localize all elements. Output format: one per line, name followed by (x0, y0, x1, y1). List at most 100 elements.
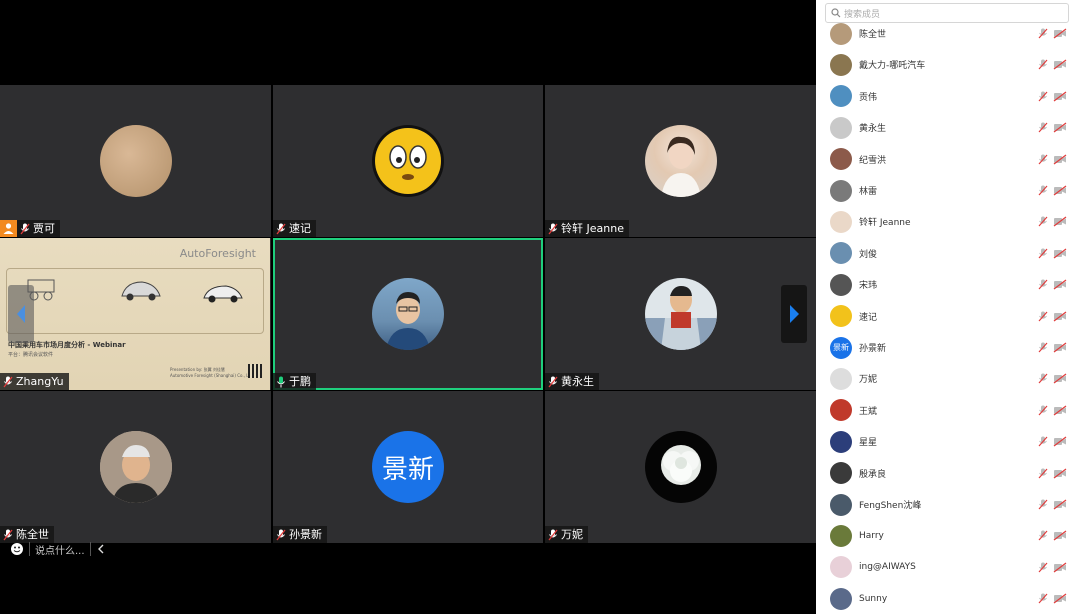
camera-off-icon[interactable] (1053, 59, 1067, 70)
mic-muted-icon[interactable] (1038, 279, 1048, 290)
member-avatar (830, 305, 852, 328)
chat-bar: 说点什么... (10, 540, 106, 558)
emoji-icon[interactable] (10, 542, 24, 556)
participant-name: 黄永生 (561, 375, 594, 388)
chevron-left-icon[interactable] (96, 543, 106, 555)
mic-muted-icon[interactable] (1038, 468, 1048, 479)
member-avatar (830, 462, 852, 485)
avatar (372, 278, 444, 350)
mic-muted-icon[interactable] (1038, 122, 1048, 133)
camera-off-icon[interactable] (1053, 122, 1067, 133)
member-name: 殷承良 (859, 469, 887, 480)
mic-muted-icon[interactable] (1038, 248, 1048, 259)
member-row[interactable]: 刘俊 (816, 238, 1080, 269)
camera-off-icon[interactable] (1053, 91, 1067, 102)
member-row[interactable]: 殷承良 (816, 458, 1080, 489)
camera-off-icon[interactable] (1053, 279, 1067, 290)
avatar (644, 278, 717, 350)
member-avatar (830, 399, 852, 422)
member-row[interactable]: 宋玮 (816, 269, 1080, 300)
prev-page-button[interactable] (8, 285, 34, 343)
participant-name: 速记 (289, 222, 311, 235)
mic-muted-icon[interactable] (1038, 59, 1048, 70)
chat-input[interactable]: 说点什么... (35, 542, 85, 557)
member-row[interactable]: 陈全世 (816, 18, 1080, 49)
member-row[interactable]: Harry (816, 520, 1080, 551)
mic-muted-icon[interactable] (1038, 311, 1048, 322)
avatar (372, 125, 444, 197)
active-speaker-tile[interactable]: 于鹏 (273, 238, 543, 390)
camera-off-icon[interactable] (1053, 28, 1067, 39)
camera-off-icon[interactable] (1053, 499, 1067, 510)
member-name: 陈全世 (859, 30, 887, 40)
participant-name: 于鹏 (289, 375, 311, 388)
participant-name-tag: 孙景新 (273, 526, 327, 543)
camera-off-icon[interactable] (1053, 562, 1067, 573)
member-row[interactable]: 王斌 (816, 395, 1080, 426)
video-tile[interactable]: 贾可 (0, 85, 271, 237)
camera-off-icon[interactable] (1053, 436, 1067, 447)
participant-name: 万妮 (561, 528, 583, 541)
camera-off-icon[interactable] (1053, 373, 1067, 384)
video-tile[interactable]: 速记 (273, 85, 543, 237)
member-row[interactable]: ing@AIWAYS (816, 552, 1080, 583)
video-tile[interactable]: 景新 孙景新 (273, 391, 543, 543)
mic-muted-icon[interactable] (1038, 28, 1048, 39)
avatar (99, 125, 172, 197)
next-page-button[interactable] (781, 285, 807, 343)
camera-off-icon[interactable] (1053, 154, 1067, 165)
participant-name: 铃轩 Jeanne (561, 222, 624, 235)
avatar (99, 431, 172, 503)
camera-off-icon[interactable] (1053, 216, 1067, 227)
camera-off-icon[interactable] (1053, 248, 1067, 259)
member-avatar (830, 242, 852, 265)
member-name: 黄永生 (859, 124, 887, 135)
member-avatar (830, 179, 852, 202)
mic-muted-icon[interactable] (1038, 154, 1048, 165)
mic-muted-icon (548, 529, 558, 540)
camera-off-icon[interactable] (1053, 530, 1067, 541)
camera-off-icon[interactable] (1053, 593, 1067, 604)
camera-off-icon[interactable] (1053, 405, 1067, 416)
video-tile[interactable]: 黄永生 (545, 238, 816, 390)
member-avatar (830, 273, 852, 296)
member-row[interactable]: 纪雪洪 (816, 144, 1080, 175)
video-tile[interactable]: 铃轩 Jeanne (545, 85, 816, 237)
member-avatar (830, 587, 852, 610)
video-tile[interactable]: 陈全世 (0, 391, 271, 543)
mic-muted-icon[interactable] (1038, 91, 1048, 102)
mic-muted-icon[interactable] (1038, 593, 1048, 604)
mic-muted-icon[interactable] (1038, 342, 1048, 353)
camera-off-icon[interactable] (1053, 185, 1067, 196)
camera-off-icon[interactable] (1053, 311, 1067, 322)
member-row[interactable]: 万妮 (816, 363, 1080, 394)
member-avatar (830, 116, 852, 139)
member-row[interactable]: 林雷 (816, 175, 1080, 206)
mic-muted-icon[interactable] (1038, 562, 1048, 573)
mic-muted-icon[interactable] (1038, 499, 1048, 510)
member-row[interactable]: 戴大力-哪吒汽车 (816, 49, 1080, 80)
camera-off-icon[interactable] (1053, 342, 1067, 353)
member-row[interactable]: 速记 (816, 301, 1080, 332)
member-name: Sunny (859, 593, 888, 604)
member-row[interactable]: Sunny (816, 583, 1080, 614)
camera-off-icon[interactable] (1053, 468, 1067, 479)
search-icon (831, 8, 841, 18)
chevron-left-icon (17, 305, 25, 323)
screen-share-tile[interactable]: AutoForesight 中国乘用车市场月度分析 - Webinar 平台：腾… (0, 238, 271, 390)
member-row[interactable]: 黄永生 (816, 112, 1080, 143)
participant-name-tag: 万妮 (545, 526, 588, 543)
member-row[interactable]: 星星 (816, 426, 1080, 457)
video-tile[interactable]: 万妮 (545, 391, 816, 543)
mic-muted-icon[interactable] (1038, 405, 1048, 416)
member-name: ing@AIWAYS (859, 562, 916, 573)
member-row[interactable]: FengShen沈峰 (816, 489, 1080, 520)
mic-muted-icon[interactable] (1038, 436, 1048, 447)
mic-muted-icon[interactable] (1038, 373, 1048, 384)
member-row[interactable]: 贡伟 (816, 81, 1080, 112)
mic-muted-icon[interactable] (1038, 530, 1048, 541)
mic-muted-icon[interactable] (1038, 216, 1048, 227)
member-row[interactable]: 景新 孙景新 (816, 332, 1080, 363)
member-row[interactable]: 铃轩 Jeanne (816, 206, 1080, 237)
mic-muted-icon[interactable] (1038, 185, 1048, 196)
